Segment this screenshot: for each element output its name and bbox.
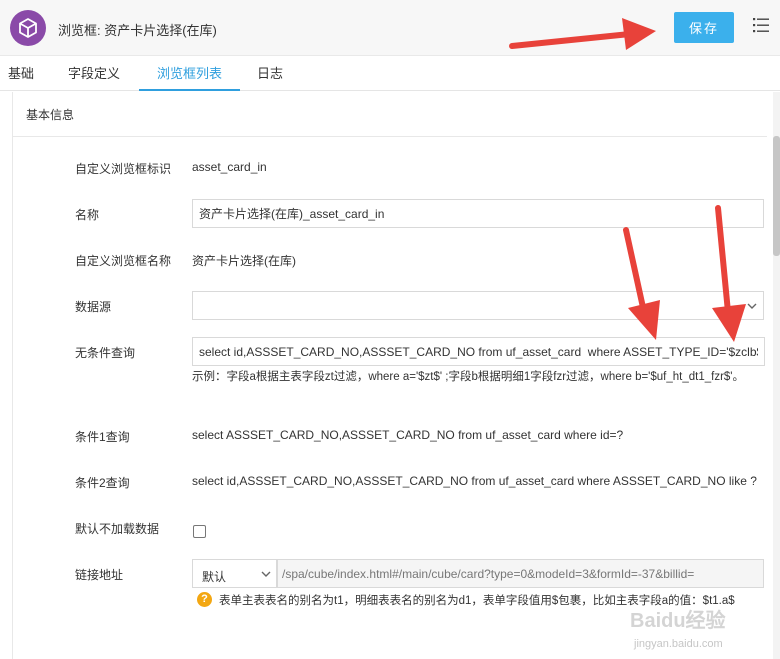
display-name-value: 资产卡片选择(在库) <box>192 254 296 268</box>
no-default-load-checkbox[interactable] <box>193 525 206 538</box>
window-header: 浏览框: 资产卡片选择(在库) 保存 <box>0 0 780 56</box>
vertical-scrollbar[interactable] <box>773 92 780 659</box>
watermark-brand: Baidu经验 <box>630 610 726 632</box>
name-label: 名称 <box>75 208 100 222</box>
watermark-domain: jingyan.baidu.com <box>634 638 723 650</box>
link-label: 链接地址 <box>75 568 124 582</box>
link-mode-select[interactable]: 默认 <box>192 559 277 588</box>
unconditional-query-input[interactable] <box>192 337 765 366</box>
tab-basic[interactable]: 基础 <box>6 56 36 91</box>
display-name-label: 自定义浏览框名称 <box>75 254 172 268</box>
cube-icon <box>10 10 46 46</box>
chevron-down-icon <box>747 303 757 309</box>
query-hint: 示例：字段a根据主表字段zt过滤，where a='$zt$' ;字段b根据明细… <box>192 371 744 383</box>
tab-field-definition[interactable]: 字段定义 <box>60 56 128 91</box>
link-mode-value: 默认 <box>202 570 227 584</box>
save-button[interactable]: 保存 <box>674 12 734 43</box>
condition1-label: 条件1查询 <box>75 430 130 444</box>
list-menu-icon[interactable] <box>752 16 770 34</box>
identifier-label: 自定义浏览框标识 <box>75 162 172 176</box>
section-divider <box>13 136 767 137</box>
chevron-down-icon <box>261 571 271 577</box>
no-default-load-label: 默认不加载数据 <box>75 522 160 536</box>
unconditional-query-label: 无条件查询 <box>75 346 136 360</box>
datasource-label: 数据源 <box>75 300 112 314</box>
identifier-value: asset_card_in <box>192 160 267 174</box>
tab-log[interactable]: 日志 <box>251 56 289 91</box>
link-url-input[interactable] <box>277 559 764 588</box>
scrollbar-thumb[interactable] <box>773 136 780 256</box>
condition2-label: 条件2查询 <box>75 476 130 490</box>
section-title: 基本信息 <box>26 108 75 122</box>
condition2-value: select id,ASSSET_CARD_NO,ASSSET_CARD_NO … <box>192 474 757 488</box>
tab-browser-list[interactable]: 浏览框列表 <box>139 56 240 91</box>
tab-bar: 基础 字段定义 浏览框列表 日志 <box>0 56 780 91</box>
datasource-select[interactable] <box>192 291 764 320</box>
page-title: 浏览框: 资产卡片选择(在库) <box>58 23 217 38</box>
baidu-watermark: Baidu经验 jingyan.baidu.com <box>600 600 770 656</box>
question-circle-icon: ? <box>197 592 212 607</box>
name-input[interactable] <box>192 199 764 228</box>
condition1-value: select ASSSET_CARD_NO,ASSSET_CARD_NO fro… <box>192 428 624 442</box>
